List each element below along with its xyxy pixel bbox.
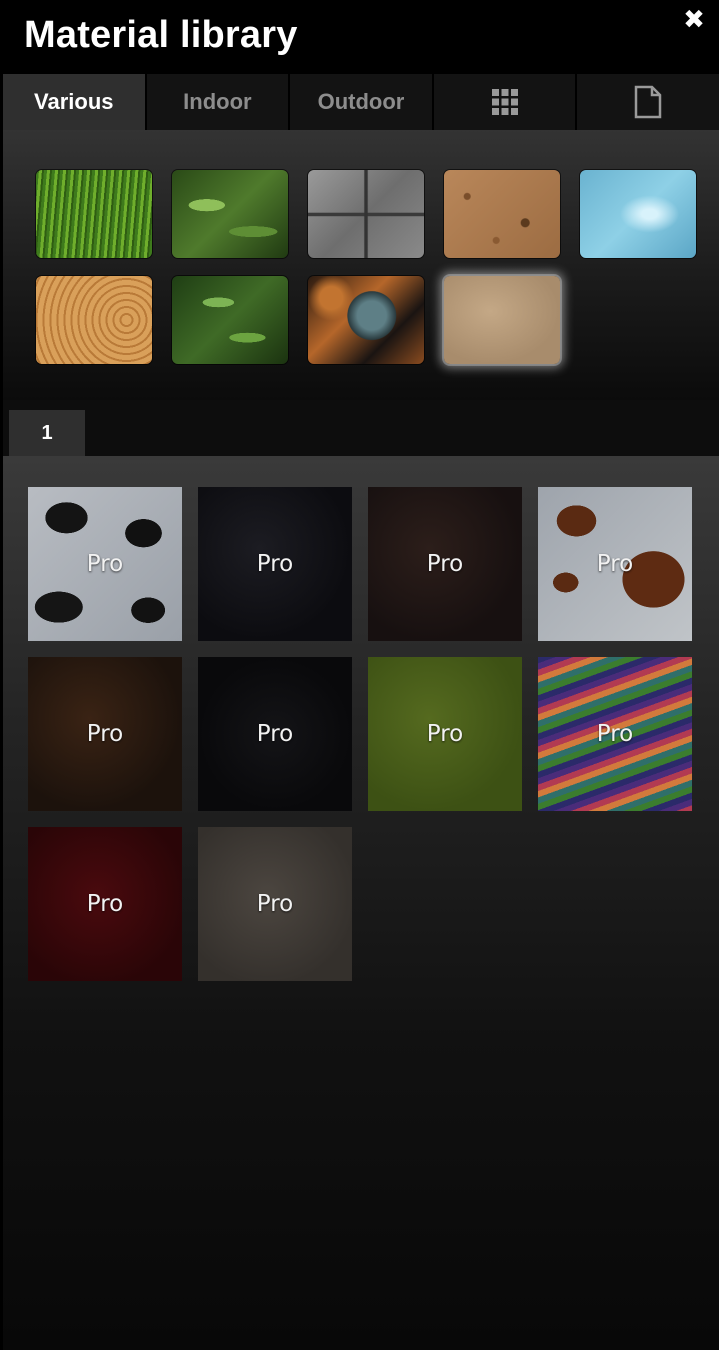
texture-suede[interactable] (444, 276, 560, 364)
pro-badge: Pro (596, 551, 634, 577)
pagination: 1 (3, 400, 719, 456)
pro-badge: Pro (86, 551, 124, 577)
pro-badge: Pro (426, 551, 464, 577)
pro-material-cow-white-black[interactable]: Pro (28, 487, 182, 641)
texture-stone[interactable] (308, 170, 424, 258)
panel-header: Material library ✖ (0, 0, 719, 74)
grid-icon (491, 89, 518, 115)
pro-badge: Pro (596, 721, 634, 747)
pro-badge: Pro (256, 891, 294, 917)
texture-water[interactable] (580, 170, 696, 258)
panel-title: Material library (24, 14, 298, 56)
pro-material-dark-brown[interactable]: Pro (368, 487, 522, 641)
pro-material-cow-brown-white[interactable]: Pro (538, 487, 692, 641)
texture-metal[interactable] (308, 276, 424, 364)
tab-indoor[interactable]: Indoor (146, 74, 291, 130)
material-library-panel: Material library ✖ Various Indoor Outdoo… (0, 0, 719, 1350)
pro-badge: Pro (426, 721, 464, 747)
pro-badge: Pro (256, 551, 294, 577)
pro-material-dark-red[interactable]: Pro (28, 827, 182, 981)
texture-grid (3, 130, 719, 400)
category-tabs: Various Indoor Outdoor (3, 74, 719, 130)
page-tab-1[interactable]: 1 (9, 410, 85, 456)
texture-leaves-2[interactable] (172, 276, 288, 364)
pro-badge: Pro (86, 891, 124, 917)
tab-outdoor[interactable]: Outdoor (290, 74, 434, 130)
texture-grass[interactable] (36, 170, 152, 258)
pro-material-grey-brown[interactable]: Pro (198, 827, 352, 981)
close-icon[interactable]: ✖ (681, 6, 707, 32)
document-icon (634, 85, 662, 119)
tab-document[interactable] (577, 74, 719, 130)
texture-wood[interactable] (36, 276, 152, 364)
pro-material-brown[interactable]: Pro (28, 657, 182, 811)
tab-grid-view[interactable] (433, 74, 578, 130)
pro-badge: Pro (256, 721, 294, 747)
pro-material-grid: Pro Pro Pro Pro Pro Pro Pro Pro Pro Pro (3, 456, 719, 1350)
texture-soil[interactable] (444, 170, 560, 258)
tab-various[interactable]: Various (3, 74, 147, 130)
pro-material-black-2[interactable]: Pro (198, 657, 352, 811)
pro-material-rainbow-stripes[interactable]: Pro (538, 657, 692, 811)
texture-leaves[interactable] (172, 170, 288, 258)
pro-badge: Pro (86, 721, 124, 747)
pro-material-black[interactable]: Pro (198, 487, 352, 641)
pro-material-olive-green[interactable]: Pro (368, 657, 522, 811)
